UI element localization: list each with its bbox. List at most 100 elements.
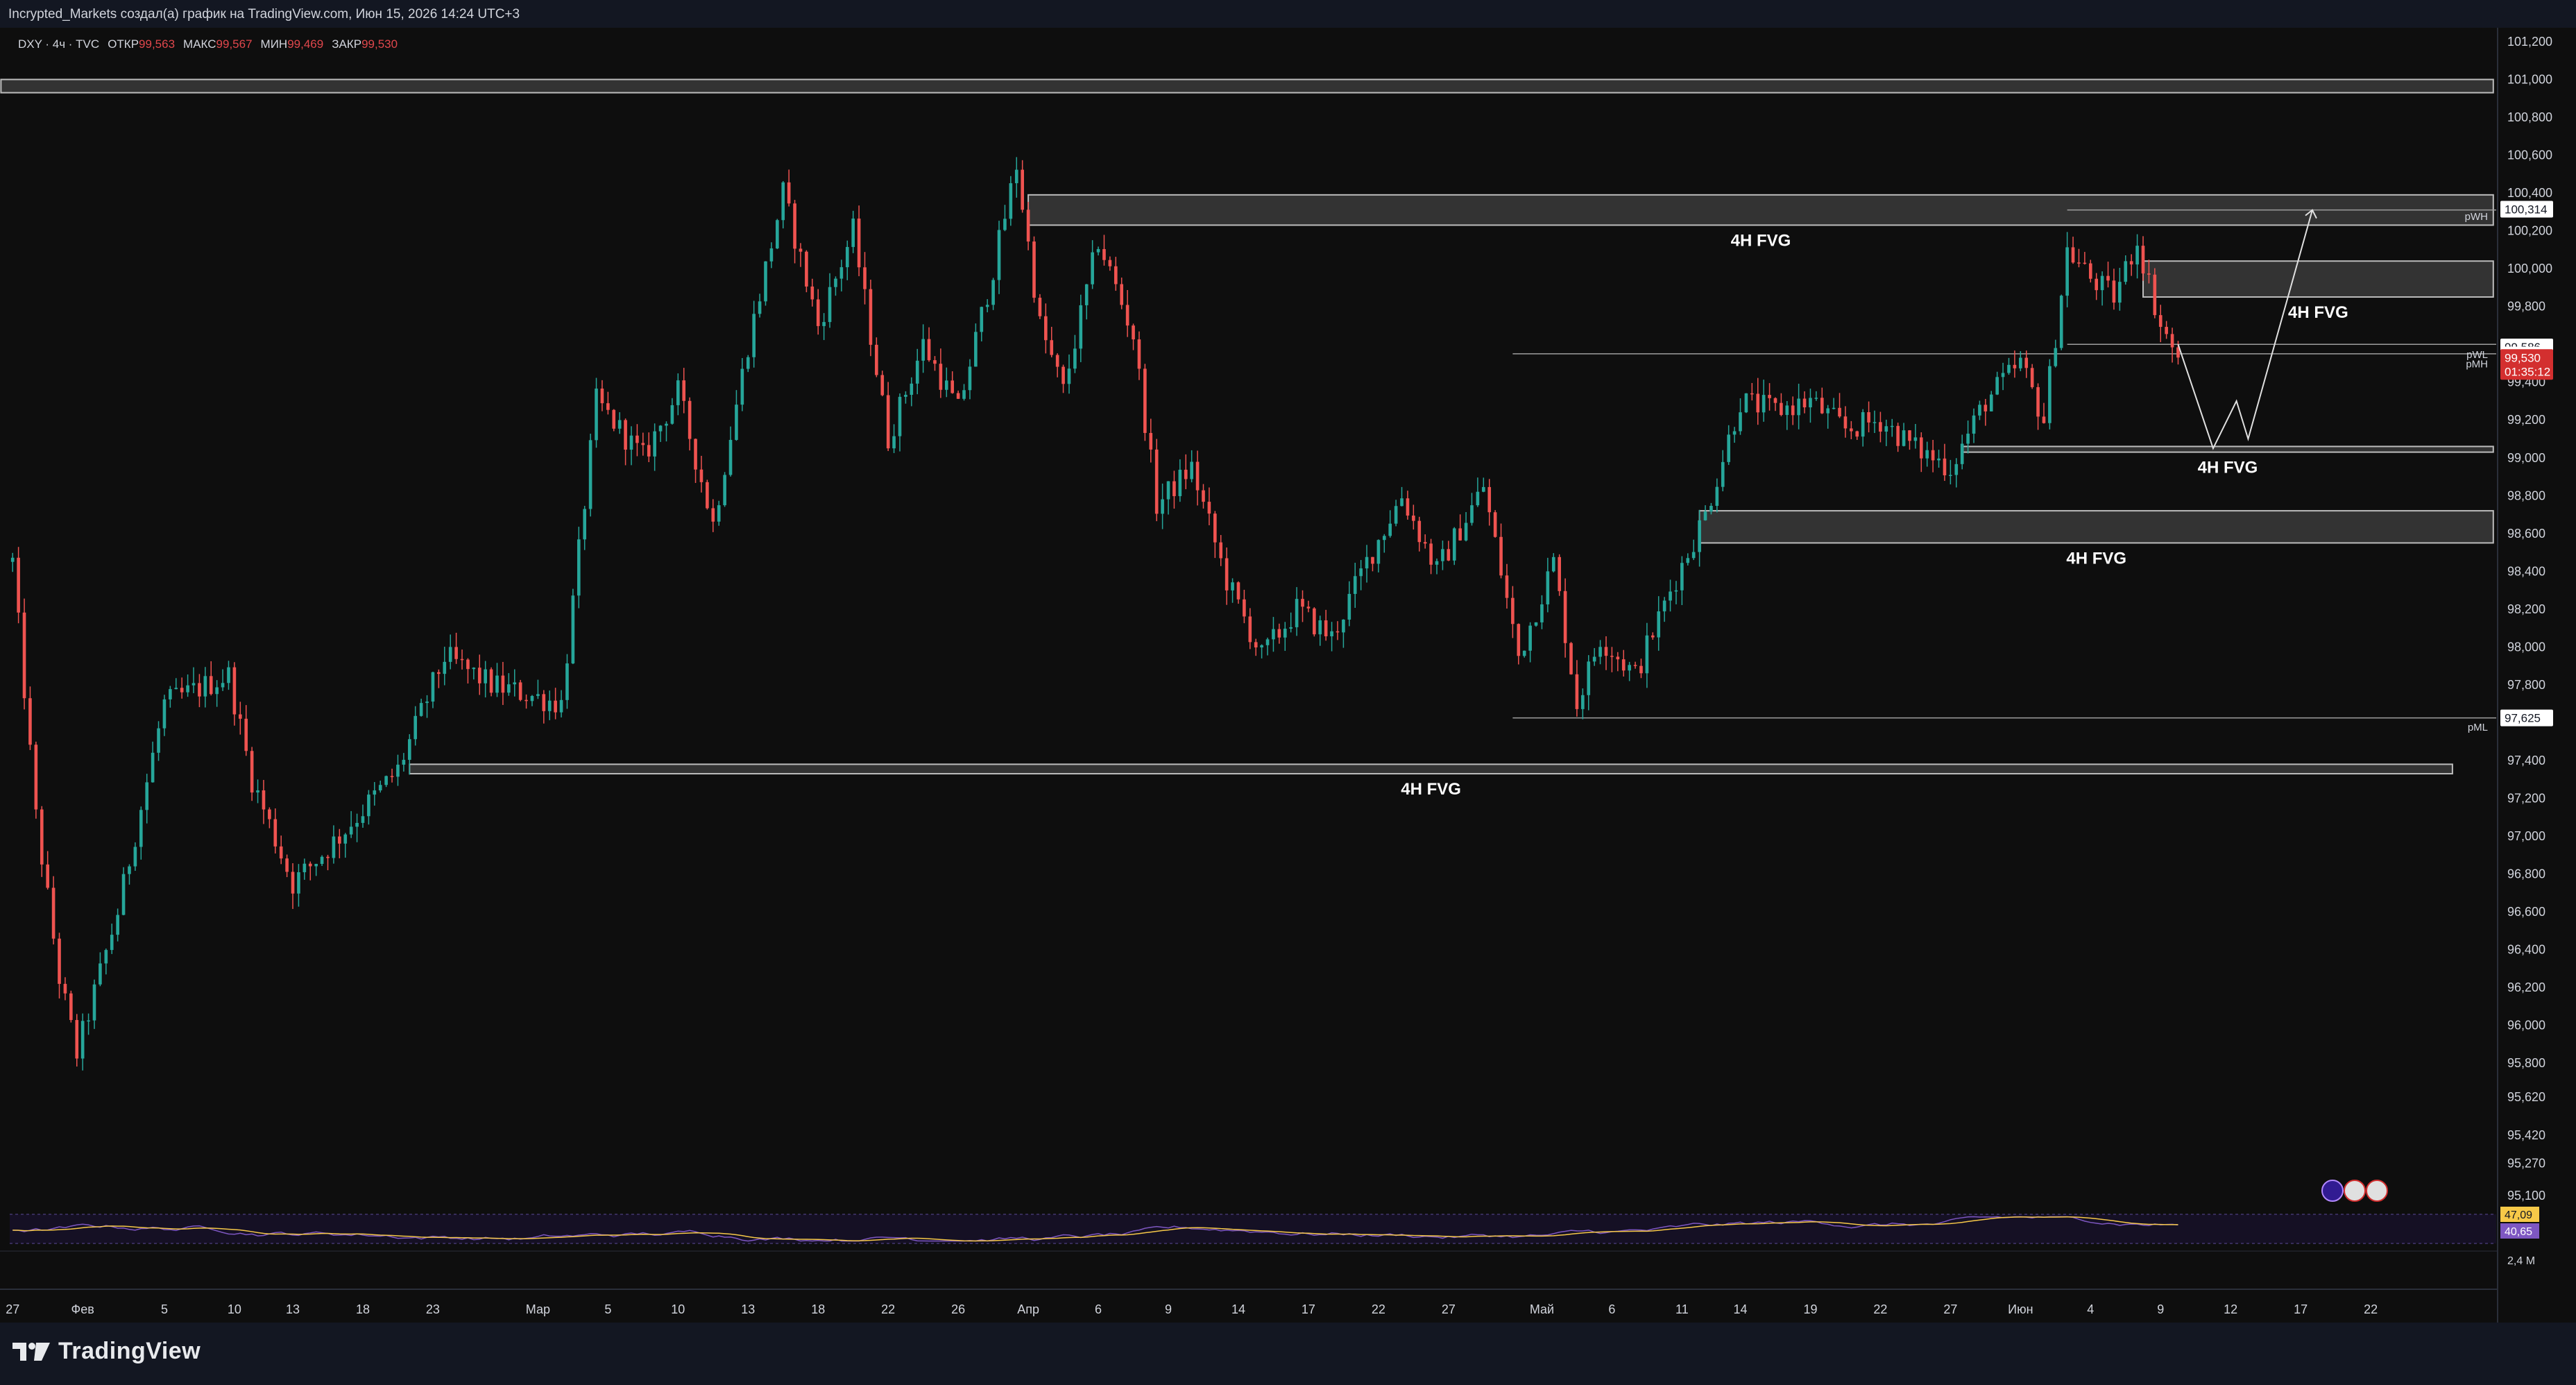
candle-body[interactable] [974,332,978,367]
candle-body[interactable] [314,864,318,867]
candle-body[interactable] [1522,650,1526,656]
candle-body[interactable] [75,1019,79,1059]
candle-body[interactable] [869,289,873,345]
candle-body[interactable] [87,1020,90,1022]
candle-body[interactable] [536,694,540,697]
candle-body[interactable] [1225,558,1229,590]
candle-body[interactable] [2048,366,2052,423]
lightning-icon[interactable] [2321,1180,2344,1202]
candle-body[interactable] [343,834,348,844]
candle-body[interactable] [1785,405,1789,416]
candle-body[interactable] [2019,357,2022,368]
candle-body[interactable] [2129,261,2133,265]
candle-body[interactable] [186,685,189,692]
candle-body[interactable] [1902,430,1906,446]
candle-body[interactable] [1756,393,1760,413]
candle-body[interactable] [1061,366,1065,384]
candle-body[interactable] [1114,266,1118,284]
candle-body[interactable] [898,396,902,436]
candle-body[interactable] [1966,433,1970,444]
candle-body[interactable] [1517,624,1521,656]
candle-body[interactable] [1423,542,1427,544]
candle-body[interactable] [2036,386,2040,417]
candle-body[interactable] [1394,506,1398,524]
candle-body[interactable] [1610,656,1614,657]
candle-body[interactable] [1587,661,1591,695]
candle-body[interactable] [454,647,458,659]
candle-body[interactable] [950,380,955,393]
candle-body[interactable] [244,718,248,751]
candle-body[interactable] [2100,275,2104,291]
candle-body[interactable] [2030,368,2034,387]
candle-body[interactable] [828,287,832,323]
candle-body[interactable] [1178,469,1182,497]
candle-body[interactable] [1219,542,1223,559]
candle-body[interactable] [448,647,452,662]
candle-body[interactable] [629,435,633,450]
candle-body[interactable] [437,672,441,674]
candle-body[interactable] [1879,422,1882,432]
candle-body[interactable] [927,339,931,361]
fvg-zone[interactable] [1698,510,2494,544]
candle-body[interactable] [1050,340,1054,355]
candle-body[interactable] [875,344,878,375]
candle-body[interactable] [776,220,779,248]
candle-body[interactable] [1913,437,1918,441]
candle-body[interactable] [1791,405,1795,416]
candle-body[interactable] [863,267,867,289]
candle-body[interactable] [600,388,604,404]
candle-body[interactable] [1120,284,1124,305]
fvg-zone[interactable] [2142,260,2494,298]
candle-body[interactable] [624,420,627,450]
candle-body[interactable] [46,864,49,888]
candle-body[interactable] [460,658,464,661]
candle-body[interactable] [1873,422,1877,423]
candle-body[interactable] [308,863,312,867]
candle-body[interactable] [845,246,849,268]
candle-body[interactable] [1832,407,1836,409]
candle-body[interactable] [857,218,861,268]
candle-body[interactable] [279,846,283,859]
candle-body[interactable] [1184,469,1188,479]
candle-body[interactable] [180,688,184,692]
candle-body[interactable] [1563,590,1567,643]
candle-body[interactable] [1732,431,1737,435]
candle-body[interactable] [174,688,178,690]
candle-body[interactable] [1686,558,1690,563]
candle-body[interactable] [169,689,172,699]
candle-body[interactable] [1534,622,1538,626]
candle-body[interactable] [1371,556,1374,564]
candle-body[interactable] [285,858,289,872]
candle-body[interactable] [1283,629,1287,638]
candle-body[interactable] [1657,611,1661,638]
candle-body[interactable] [203,676,207,697]
candle-body[interactable] [711,508,715,522]
candle-body[interactable] [1861,412,1865,437]
candle-body[interactable] [513,682,517,685]
candle-body[interactable] [466,659,470,670]
candle-body[interactable] [1838,407,1841,417]
candle-body[interactable] [1021,169,1024,210]
candle-body[interactable] [425,702,429,704]
candle-body[interactable] [764,261,767,302]
candle-body[interactable] [1272,629,1275,640]
candle-body[interactable] [583,509,587,540]
candle-body[interactable] [1289,627,1293,629]
candle-body[interactable] [1003,219,1007,230]
candle-body[interactable] [1487,486,1492,513]
candle-body[interactable] [2054,348,2058,366]
candle-body[interactable] [1592,656,1596,662]
candle-body[interactable] [1277,629,1281,638]
candle-body[interactable] [1306,606,1311,609]
candle-body[interactable] [1551,556,1555,572]
candle-body[interactable] [1295,599,1299,627]
candle-body[interactable] [1604,647,1608,656]
candle-body[interactable] [1890,425,1894,427]
candle-body[interactable] [1044,316,1048,341]
candle-body[interactable] [1388,523,1392,536]
candle-body[interactable] [530,696,534,702]
candle-body[interactable] [104,950,108,964]
candle-body[interactable] [1989,394,1993,411]
candle-body[interactable] [1569,643,1573,674]
candle-body[interactable] [297,872,300,894]
